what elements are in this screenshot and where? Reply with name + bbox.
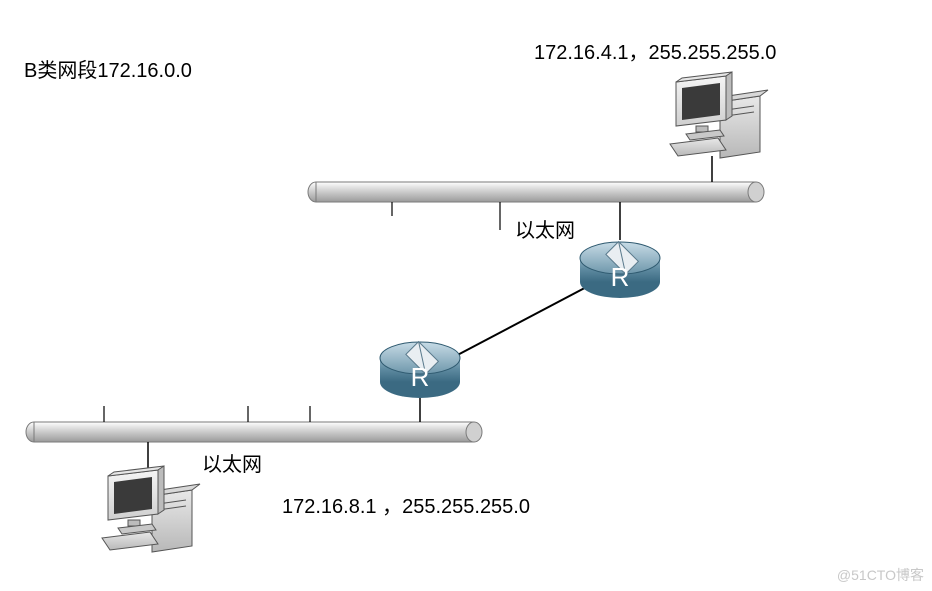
pc-bottom xyxy=(102,466,200,552)
router-bottom-label: R xyxy=(411,362,430,392)
router-top-label: R xyxy=(611,262,630,292)
router-bottom: R xyxy=(380,342,460,398)
diagram-canvas: B类网段172.16.0.0 172.16.4.1，255.255.255.0 … xyxy=(0,0,932,591)
router-top: R xyxy=(580,242,660,298)
router-link xyxy=(448,282,596,360)
ethernet-pipe-top xyxy=(308,182,764,202)
diagram-svg: R R xyxy=(0,0,932,591)
pc-top xyxy=(670,72,768,158)
ethernet-pipe-bottom xyxy=(26,422,482,442)
